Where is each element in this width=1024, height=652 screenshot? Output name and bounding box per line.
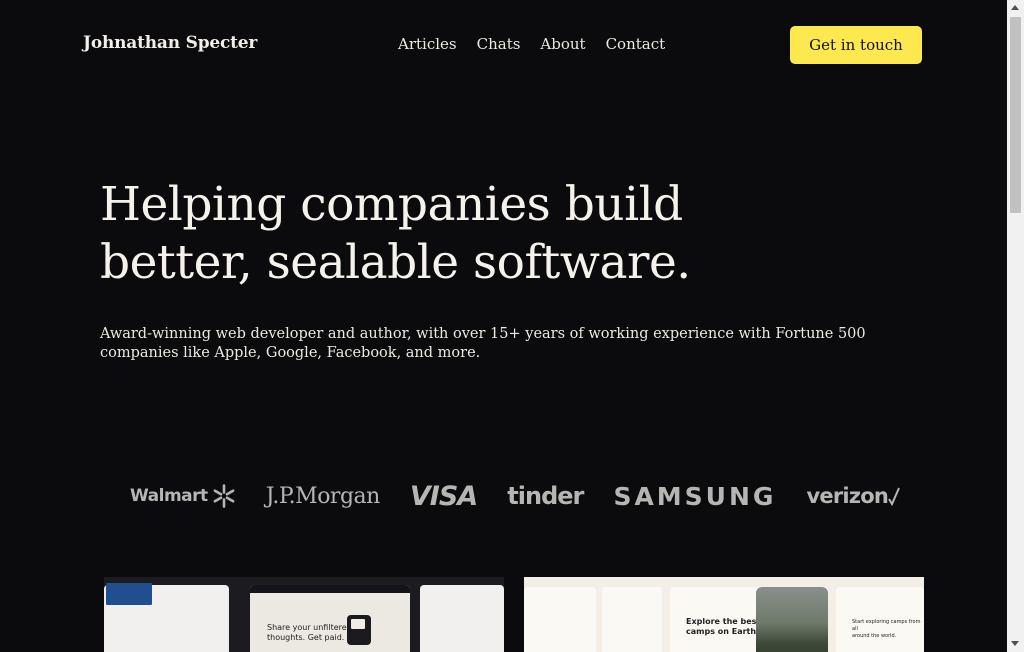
- thumb1-blue-header: [106, 583, 152, 605]
- thumb2-side-text: Start exploring camps from all around th…: [852, 619, 924, 640]
- jpmorgan-logo: J.P.Morgan: [265, 483, 381, 509]
- hero-title-line-2: better, sealable software.: [100, 235, 691, 290]
- walmart-logo: Walmart: [130, 484, 236, 508]
- thumb1-phone-screen: [351, 619, 365, 629]
- verizon-wordmark: verizon: [806, 484, 889, 508]
- thumb2-headline: Explore the best camps on Earth.: [686, 617, 760, 637]
- thumb2-side-text-line-2: around the world.: [852, 633, 897, 639]
- nav-link-about[interactable]: About: [540, 35, 585, 53]
- hero-title: Helping companies build better, sealable…: [100, 176, 800, 292]
- thumb2-headline-line-2: camps on Earth.: [686, 627, 760, 636]
- walmart-wordmark: Walmart: [130, 486, 208, 506]
- scroll-up-arrow-icon[interactable]: [1011, 5, 1019, 10]
- walmart-spark-icon: [213, 484, 235, 508]
- hero-title-line-1: Helping companies build: [100, 177, 683, 232]
- thumb2-panel-mid-left: [602, 587, 662, 652]
- scrollbar-thumb[interactable]: [1010, 17, 1021, 213]
- thumb2-side-text-line-1: Start exploring camps from all: [852, 619, 921, 632]
- hero-subtitle-line-2: companies like Apple, Google, Facebook, …: [100, 345, 481, 361]
- nav-link-contact[interactable]: Contact: [606, 35, 666, 53]
- get-in-touch-button[interactable]: Get in touch: [790, 26, 922, 64]
- samsung-logo: SAMSUNG: [613, 481, 777, 511]
- vertical-scrollbar[interactable]: [1007, 0, 1024, 652]
- thumb2-headline-line-1: Explore the best: [686, 617, 761, 626]
- project-thumbnail-2[interactable]: Explore the best camps on Earth. Start e…: [524, 577, 924, 652]
- project-thumbnail-1[interactable]: Share your unfiltered thoughts. Get paid…: [104, 577, 504, 652]
- site-brand[interactable]: Johnathan Specter: [83, 33, 257, 53]
- thumb1-headline-line-1: Share your unfiltered: [267, 623, 352, 632]
- thumb1-center-topbar: [250, 585, 410, 593]
- main-nav: Articles Chats About Contact: [398, 35, 665, 53]
- visa-logo: VISA: [409, 480, 478, 512]
- thumb1-panel-right: [420, 585, 504, 652]
- thumb2-panel-left: [524, 587, 596, 652]
- tinder-logo: tinder: [507, 482, 584, 510]
- verizon-logo: verizon: [807, 484, 901, 508]
- thumb1-headline-line-2: thoughts. Get paid.: [267, 633, 345, 642]
- page: Johnathan Specter Articles Chats About C…: [0, 0, 1007, 652]
- nav-link-chats[interactable]: Chats: [477, 35, 521, 53]
- thumb2-landscape-photo: [756, 587, 828, 652]
- hero-subtitle: Award-winning web developer and author, …: [100, 325, 890, 363]
- client-logos: Walmart J.P.Morgan VISA tinder SAMSUNG v…: [130, 478, 900, 514]
- nav-link-articles[interactable]: Articles: [398, 35, 457, 53]
- scroll-down-arrow-icon[interactable]: [1011, 641, 1019, 646]
- verizon-check-icon: [888, 487, 900, 506]
- thumb1-headline: Share your unfiltered thoughts. Get paid…: [267, 623, 352, 643]
- hero-subtitle-line-1: Award-winning web developer and author, …: [100, 326, 866, 342]
